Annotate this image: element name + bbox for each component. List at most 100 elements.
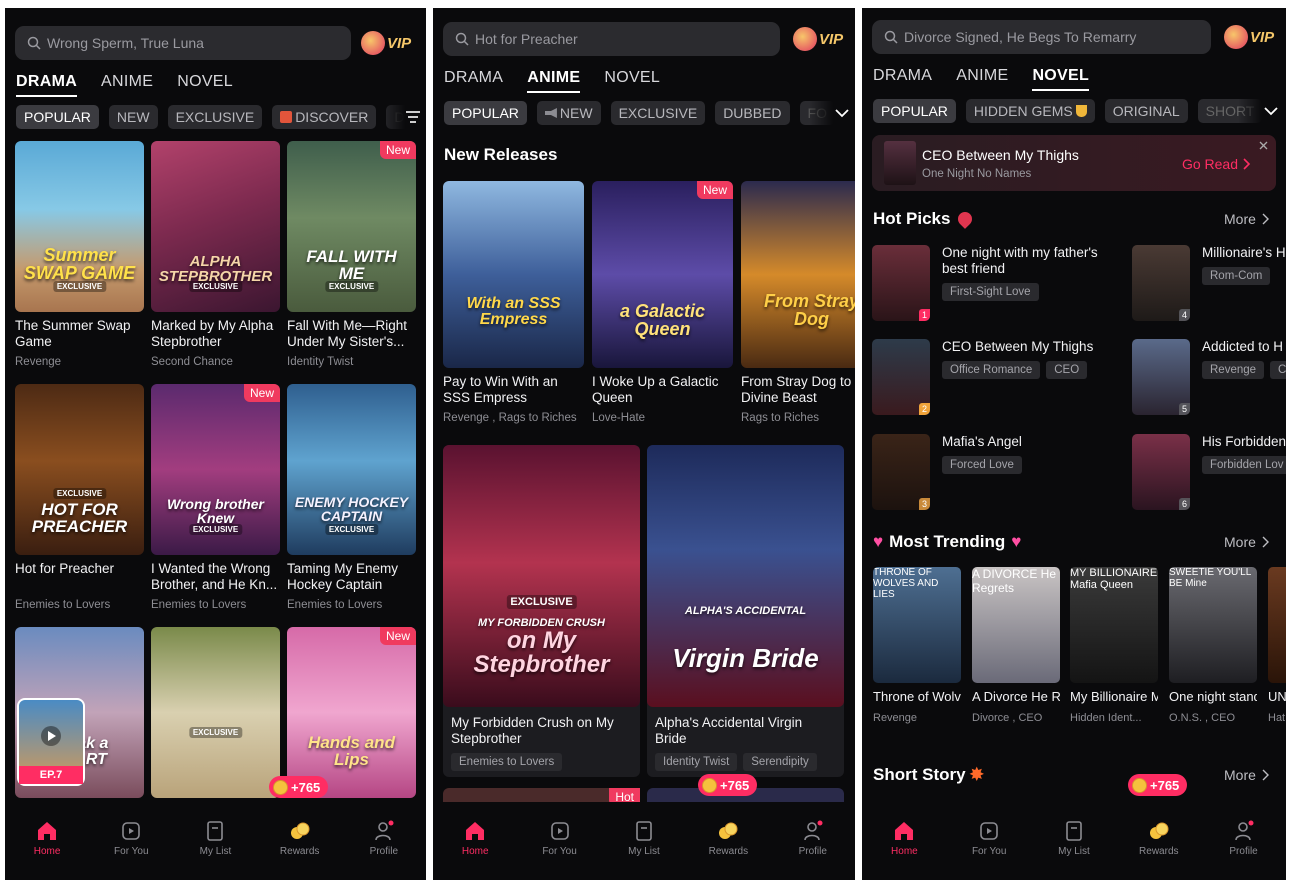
nav-home[interactable]: Home: [440, 820, 510, 880]
book-cover: 6: [1132, 434, 1190, 510]
close-icon[interactable]: [1259, 141, 1268, 150]
rewards-amount: +765: [1150, 777, 1180, 793]
tab-anime[interactable]: ANIME: [527, 69, 581, 93]
exclusive-badge: EXCLUSIVE: [506, 595, 577, 609]
trending-card[interactable]: A DIVORCE He Regrets A Divorce He Regret…: [972, 567, 1060, 724]
chip-new[interactable]: NEW: [108, 105, 158, 129]
search-bar[interactable]: Hot for Preacher: [443, 22, 780, 56]
nav-profile[interactable]: Profile: [1209, 820, 1279, 880]
tab-drama[interactable]: DRAMA: [444, 69, 503, 87]
drama-card[interactable]: New Hands and Lips: [287, 627, 416, 798]
rewards-bubble[interactable]: +765: [269, 776, 329, 798]
nav-rewards[interactable]: Rewards: [1124, 820, 1194, 880]
book-cover: 5: [1132, 339, 1190, 415]
hot-pick-item[interactable]: 2 CEO Between My Thighs Office Romance CEO: [872, 339, 1102, 415]
drama-card[interactable]: ALPHA STEPBROTHER EXCLUSIVE Marked by My…: [151, 141, 280, 368]
filter-menu-button[interactable]: [381, 103, 421, 131]
chip-popular[interactable]: POPULAR: [873, 99, 956, 123]
drama-card[interactable]: Summer SWAP GAME EXCLUSIVE The Summer Sw…: [15, 141, 144, 368]
chip-popular[interactable]: POPULAR: [16, 105, 99, 129]
drama-cover: ENEMY HOCKEY CAPTAIN EXCLUSIVE: [287, 384, 416, 555]
play-card-icon: [550, 822, 569, 840]
tab-novel[interactable]: NOVEL: [1032, 67, 1089, 91]
vip-button[interactable]: VIP: [793, 22, 843, 56]
nav-my-list[interactable]: My List: [1039, 820, 1109, 880]
cover-title: THRONE OF WOLVES AND LIES: [873, 567, 939, 600]
chip-discover[interactable]: DISCOVER: [272, 105, 377, 129]
tab-novel[interactable]: NOVEL: [177, 73, 233, 91]
drama-card[interactable]: New Wrong brother Knew EXCLUSIVE I Wante…: [151, 384, 280, 611]
nav-my-list[interactable]: My List: [609, 820, 679, 880]
release-card[interactable]: With an SSS Empress Pay to Win With an S…: [443, 181, 584, 424]
drama-card[interactable]: New FALL WITH ME EXCLUSIVE Fall With Me—…: [287, 141, 416, 368]
anime-cover: ALPHA'S ACCIDENTAL Virgin Bride: [647, 445, 844, 707]
hot-pick-item[interactable]: 6 His Forbidden Forbidden Lov: [1132, 434, 1286, 510]
nav-rewards[interactable]: Rewards: [265, 820, 335, 880]
chip-exclusive[interactable]: EXCLUSIVE: [167, 105, 263, 129]
new-badge: New: [696, 181, 733, 199]
rewards-bubble[interactable]: +765: [1128, 774, 1188, 796]
most-trending-more[interactable]: More: [1224, 534, 1271, 550]
vip-button[interactable]: VIP: [361, 26, 411, 60]
expand-chips-button[interactable]: [1238, 97, 1278, 125]
tag-pill: Forbidden Lov: [1202, 456, 1286, 474]
continue-reading-banner[interactable]: CEO Between My Thighs One Night No Names…: [872, 135, 1276, 191]
trending-card[interactable]: UN AL Hat: [1268, 567, 1286, 724]
tab-drama[interactable]: DRAMA: [873, 67, 932, 85]
nav-for-you[interactable]: For You: [525, 820, 595, 880]
bookmark-list-icon: [207, 821, 224, 841]
expand-chips-button[interactable]: [809, 99, 849, 127]
featured-card[interactable]: ALPHA'S ACCIDENTAL Virgin Bride Alpha's …: [647, 445, 844, 777]
tab-anime[interactable]: ANIME: [956, 67, 1008, 85]
trending-card[interactable]: MY BILLIONAIRE Mafia Queen My Billionair…: [1070, 567, 1158, 724]
chip-popular[interactable]: POPULAR: [444, 101, 527, 125]
nav-rewards[interactable]: Rewards: [693, 820, 763, 880]
release-card[interactable]: From Stray Dog From Stray Dog to Divine …: [741, 181, 855, 424]
cover-title: on My Stepbrother: [473, 627, 610, 678]
drama-card[interactable]: EXCLUSIVE: [151, 627, 280, 798]
hot-pick-item[interactable]: 4 Millionaire's H Secretary Rom-Com: [1132, 245, 1286, 321]
chip-original[interactable]: ORIGINAL: [1104, 99, 1188, 123]
nav-profile[interactable]: Profile: [778, 820, 848, 880]
short-story-more[interactable]: More: [1224, 767, 1271, 783]
hot-pick-item[interactable]: 3 Mafia's Angel Forced Love: [872, 434, 1102, 510]
chip-exclusive[interactable]: EXCLUSIVE: [610, 101, 706, 125]
hot-picks-more[interactable]: More: [1224, 211, 1271, 227]
tab-anime[interactable]: ANIME: [101, 73, 153, 91]
go-read-button[interactable]: Go Read: [1182, 156, 1252, 172]
vip-label: VIP: [387, 34, 412, 52]
chip-dubbed[interactable]: DUBBED: [715, 101, 790, 125]
nav-home[interactable]: Home: [12, 820, 82, 880]
drama-cover: EXCLUSIVE: [151, 627, 280, 798]
rewards-bubble[interactable]: +765: [698, 774, 758, 796]
nav-for-you[interactable]: For You: [96, 820, 166, 880]
nav-for-you[interactable]: For You: [954, 820, 1024, 880]
nav-profile[interactable]: Profile: [349, 820, 419, 880]
home-icon: [895, 822, 914, 840]
hot-pick-item[interactable]: 5 Addicted to H One Night Revenge C: [1132, 339, 1286, 415]
featured-card[interactable]: EXCLUSIVE MY FORBIDDEN CRUSH on My Stepb…: [443, 445, 640, 777]
rank-badge: 4: [1178, 309, 1190, 321]
vip-button[interactable]: VIP: [1224, 20, 1274, 54]
book-title: One night stand: Swee...: [1169, 689, 1257, 704]
search-bar[interactable]: Divorce Signed, He Begs To Remarry: [872, 20, 1211, 54]
vip-crown-icon: [793, 27, 817, 51]
rank-badge: 2: [918, 403, 930, 415]
chip-hidden-gems[interactable]: HIDDEN GEMS: [965, 99, 1095, 123]
nav-my-list[interactable]: My List: [180, 820, 250, 880]
release-card[interactable]: New a Galactic Queen I Woke Up a Galacti…: [592, 181, 733, 424]
drama-card[interactable]: HOT FOR PREACHER EXCLUSIVE Hot for Preac…: [15, 384, 144, 611]
hot-pick-item[interactable]: 1 One night with my father's best friend…: [872, 245, 1102, 321]
trending-card[interactable]: SWEETIE YOU'LL BE Mine One night stand: …: [1169, 567, 1257, 724]
drama-card[interactable]: ENEMY HOCKEY CAPTAIN EXCLUSIVE Taming My…: [287, 384, 416, 611]
most-trending-header: ♥ Most Trending ♥: [873, 532, 1021, 552]
nav-home[interactable]: Home: [869, 820, 939, 880]
mini-player[interactable]: EP.7: [17, 698, 85, 786]
trending-card[interactable]: THRONE OF WOLVES AND LIES Throne of Wolv…: [873, 567, 961, 724]
tag-pill: First-Sight Love: [942, 283, 1039, 301]
book-cover: MY BILLIONAIRE Mafia Queen: [1070, 567, 1158, 683]
search-bar[interactable]: Wrong Sperm, True Luna: [15, 26, 351, 60]
chip-new[interactable]: NEW: [536, 101, 601, 125]
tab-drama[interactable]: DRAMA: [16, 73, 78, 97]
tab-novel[interactable]: NOVEL: [604, 69, 660, 87]
